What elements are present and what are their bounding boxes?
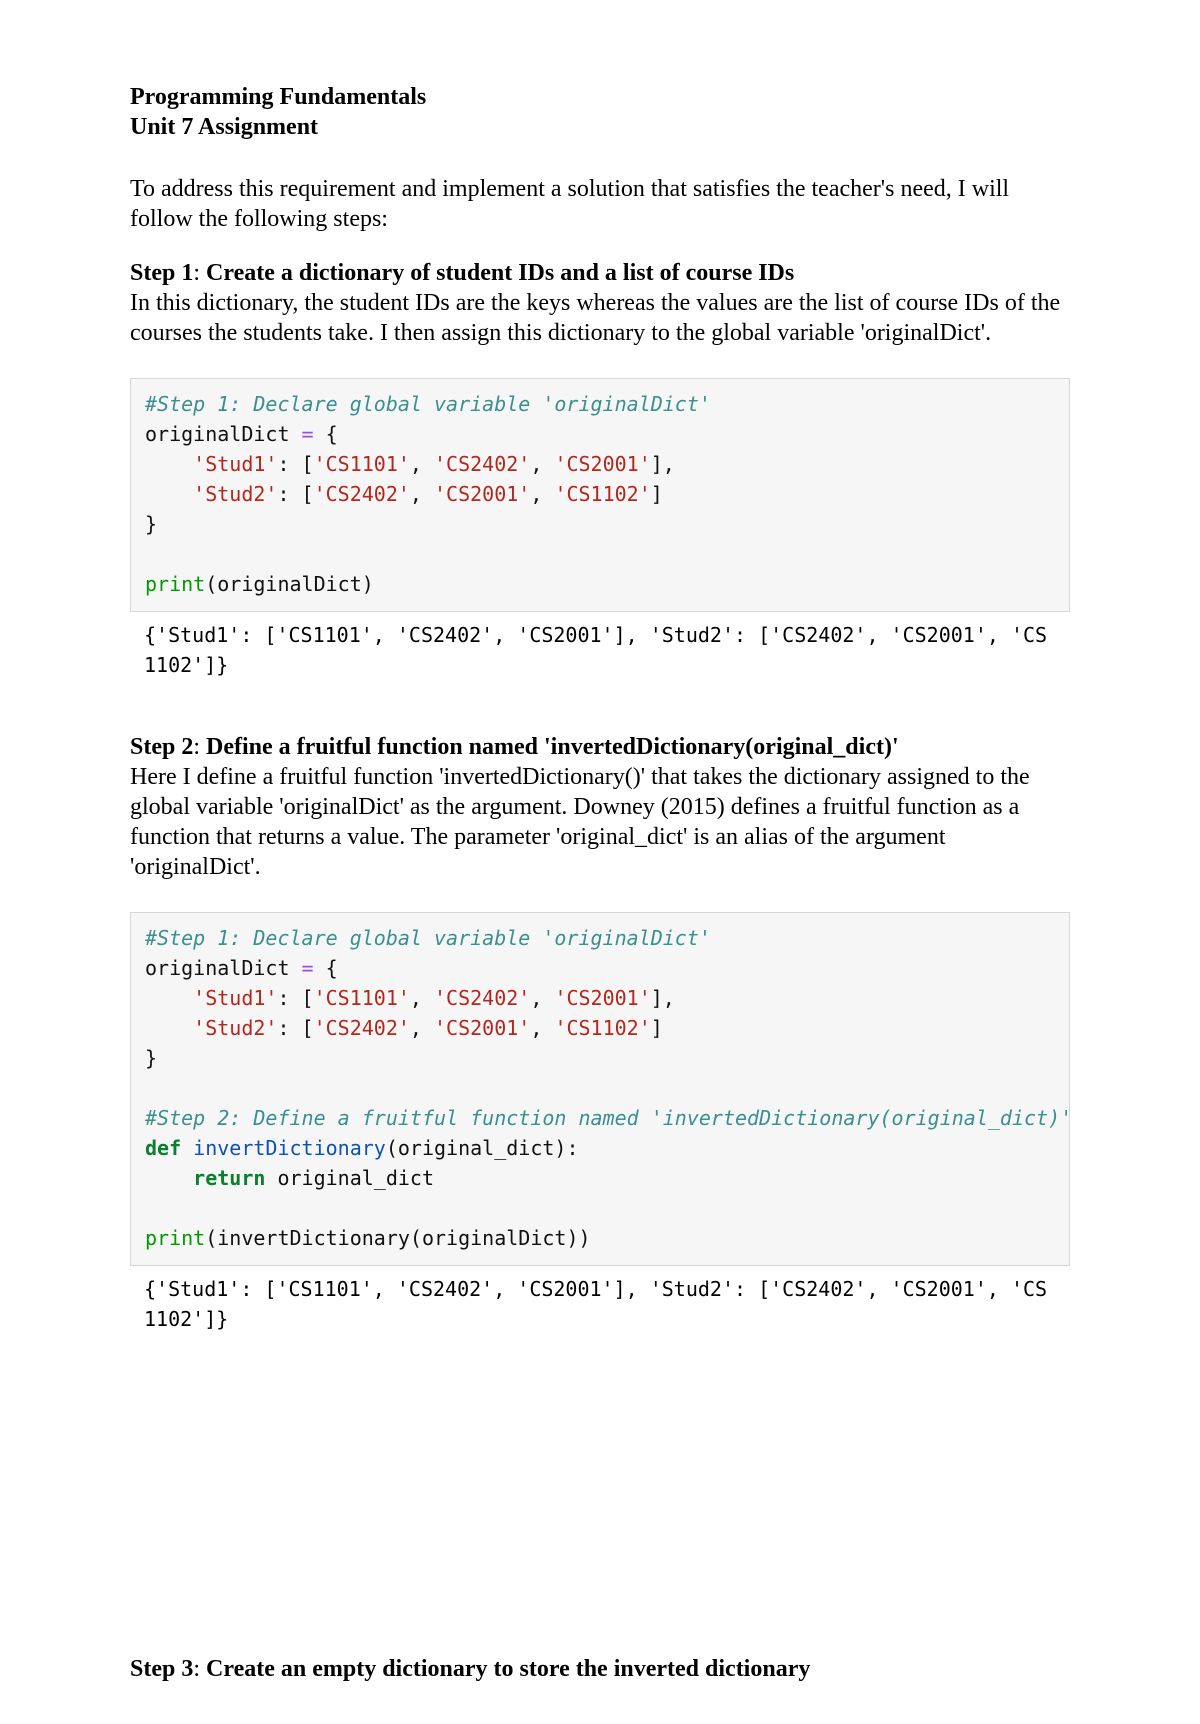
code-output-2: {'Stud1': ['CS1101', 'CS2402', 'CS2001']…	[130, 1266, 1070, 1344]
step-2-label: Step 2	[130, 734, 193, 760]
intro-paragraph: To address this requirement and implemen…	[130, 174, 1070, 234]
step-3-heading: Step 3: Create an empty dictionary to st…	[130, 1654, 1070, 1684]
code1-comment: #Step 1: Declare global variable 'origin…	[145, 392, 711, 416]
step-2-title: Define a fruitful function named 'invert…	[206, 734, 899, 760]
document-page: Programming Fundamentals Unit 7 Assignme…	[0, 0, 1200, 1724]
step-1-title: Create a dictionary of student IDs and a…	[206, 260, 794, 286]
header-title-2: Unit 7 Assignment	[130, 112, 1070, 142]
code-output-1: {'Stud1': ['CS1101', 'CS2402', 'CS2001']…	[130, 612, 1070, 690]
code-block-2: #Step 1: Declare global variable 'origin…	[130, 912, 1070, 1266]
step-2-body: Here I define a fruitful function 'inver…	[130, 762, 1070, 882]
step-3-title: Create an empty dictionary to store the …	[206, 1656, 810, 1682]
step-2-heading: Step 2: Define a fruitful function named…	[130, 732, 1070, 762]
header-title-1: Programming Fundamentals	[130, 82, 1070, 112]
doc-header: Programming Fundamentals Unit 7 Assignme…	[130, 82, 1070, 142]
step-1-body: In this dictionary, the student IDs are …	[130, 288, 1070, 348]
step-1-heading: Step 1: Create a dictionary of student I…	[130, 258, 1070, 288]
step-1-label: Step 1	[130, 260, 193, 286]
code-block-1: #Step 1: Declare global variable 'origin…	[130, 378, 1070, 612]
step-3-label: Step 3	[130, 1656, 193, 1682]
